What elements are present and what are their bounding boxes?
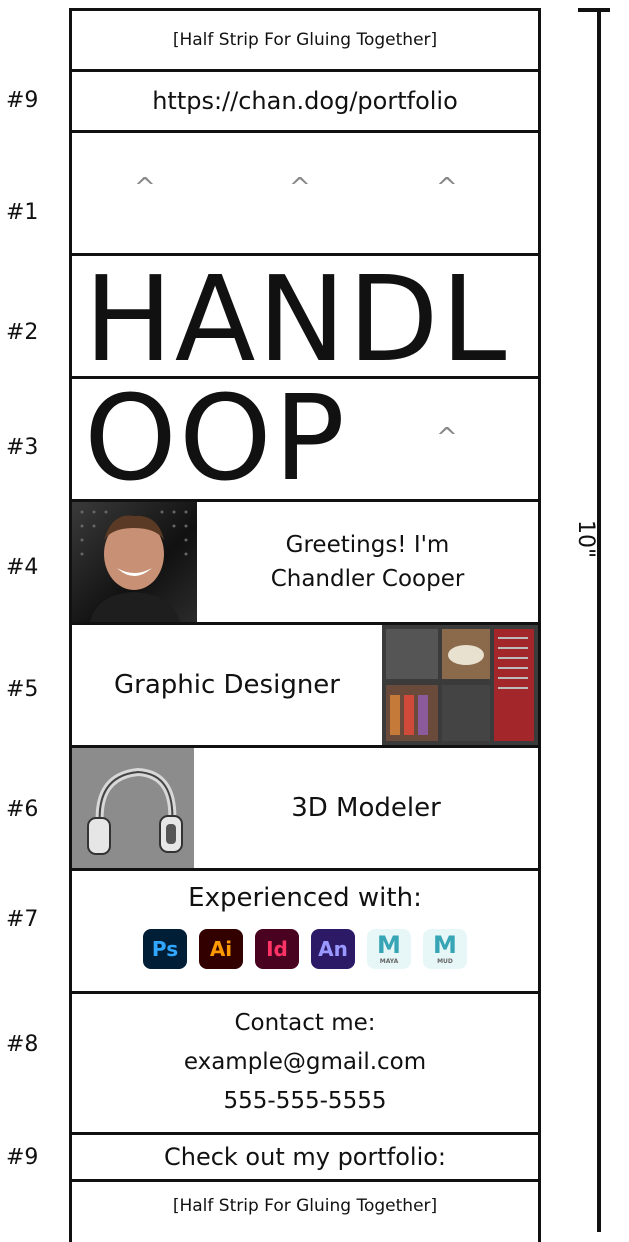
animate-icon: An <box>311 929 355 969</box>
mudbox-icon: M MUD <box>423 929 467 969</box>
greeting-strip: Greetings! I'm Chandler Cooper <box>69 502 541 625</box>
role-graphic-designer: Graphic Designer <box>114 670 340 700</box>
greeting-line-1: Greetings! I'm <box>285 532 450 558</box>
glue-strip-label: [Half Strip For Gluing Together] <box>172 1196 438 1216</box>
menu-design-image <box>382 625 538 745</box>
experience-strip: Experienced with: Ps Ai Id An M MAYA M M… <box>69 871 541 994</box>
strip-number: #2 <box>6 320 39 345</box>
contact-phone: 555-555-5555 <box>223 1088 387 1114</box>
3d-modeler-strip: 3D Modeler <box>69 748 541 871</box>
caret-icon: ^ <box>134 173 156 203</box>
headphones-render <box>72 748 194 868</box>
ruler-line <box>597 10 601 1232</box>
caret-icon: ^ <box>436 423 458 453</box>
mudbox-sub: MUD <box>437 958 453 965</box>
maya-sub: MAYA <box>379 958 399 965</box>
graphic-designer-strip: Graphic Designer <box>69 625 541 748</box>
strip-number: #7 <box>6 907 39 932</box>
greeting-line-2: Chandler Cooper <box>270 566 465 592</box>
role-3d-modeler: 3D Modeler <box>291 793 441 823</box>
strip-number: #6 <box>6 797 39 822</box>
strip-number: #3 <box>6 435 39 460</box>
strip-number: #9 <box>6 1145 39 1170</box>
strip-number: #5 <box>6 677 39 702</box>
title-strip-2: OOP ^ <box>69 379 541 502</box>
portfolio-cta-strip: Check out my portfolio: <box>69 1135 541 1182</box>
photoshop-icon: Ps <box>143 929 187 969</box>
title-line-1: HANDL <box>84 256 509 379</box>
title-strip-1: HANDL <box>69 256 541 379</box>
contact-email: example@gmail.com <box>183 1049 427 1075</box>
contact-strip: Contact me: example@gmail.com 555-555-55… <box>69 994 541 1135</box>
maya-icon: M MAYA <box>367 929 411 969</box>
glue-strip-top: [Half Strip For Gluing Together] <box>69 8 541 72</box>
illustrator-icon: Ai <box>199 929 243 969</box>
contact-label: Contact me: <box>234 1010 376 1036</box>
caret-icon: ^ <box>436 173 458 203</box>
ruler-label: 10" <box>573 520 598 559</box>
greeting-text: Greetings! I'm Chandler Cooper <box>197 502 538 622</box>
caret-strip: ^ ^ ^ <box>69 133 541 256</box>
portrait-photo <box>72 502 197 622</box>
portfolio-url: https://chan.dog/portfolio <box>152 87 458 115</box>
strip-number: #4 <box>6 555 39 580</box>
caret-icon: ^ <box>289 173 311 203</box>
url-strip: https://chan.dog/portfolio <box>69 72 541 133</box>
maya-letter: M <box>377 931 401 959</box>
app-icons: Ps Ai Id An M MAYA M MUD <box>72 929 538 969</box>
indesign-icon: Id <box>255 929 299 969</box>
strip-number: #1 <box>6 200 39 225</box>
contact-block: Contact me: example@gmail.com 555-555-55… <box>72 1004 538 1121</box>
strip-number: #8 <box>6 1032 39 1057</box>
strip-number: #9 <box>6 88 39 113</box>
ruler-cap <box>578 8 610 12</box>
mudbox-letter: M <box>433 931 457 959</box>
glue-strip-bottom: [Half Strip For Gluing Together] <box>69 1182 541 1242</box>
portfolio-cta: Check out my portfolio: <box>163 1143 447 1171</box>
experienced-label: Experienced with: <box>188 883 422 913</box>
title-line-2: OOP <box>84 379 347 502</box>
glue-strip-label: [Half Strip For Gluing Together] <box>172 30 438 50</box>
